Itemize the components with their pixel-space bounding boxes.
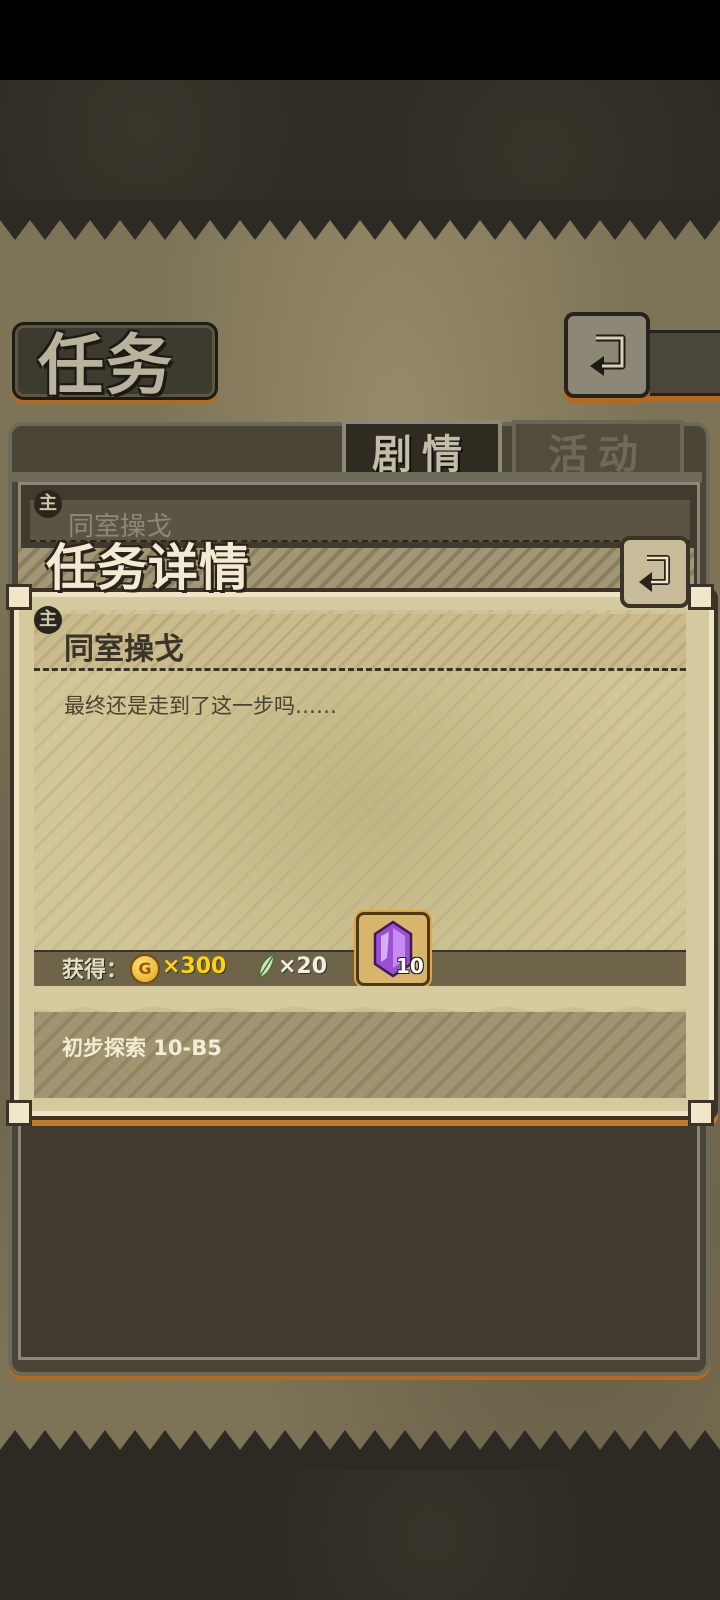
gem-reward-count: 10: [396, 954, 424, 978]
frame-corner: [688, 584, 714, 610]
tab-divider: [8, 472, 702, 482]
tab-story[interactable]: 剧情: [342, 420, 502, 478]
map-band-top: [0, 80, 720, 200]
torn-paper-strip: [34, 986, 686, 1014]
zigzag-edge-bottom: [0, 1430, 720, 1470]
feather-reward-amount: ×20: [278, 954, 328, 979]
back-arrow-icon: [590, 334, 626, 376]
requirement-text: 初步探索 10-B5: [62, 1036, 222, 1060]
gold-coin-icon: G: [130, 954, 160, 984]
map-band-bottom: [0, 1470, 720, 1600]
reward-label: 获得：: [62, 958, 129, 983]
modal-title: 任务详情: [46, 539, 250, 597]
frame-corner: [688, 1100, 714, 1126]
status-bar: [0, 0, 720, 80]
back-arrow-icon: [639, 555, 670, 592]
tab-event[interactable]: 活动: [512, 420, 684, 478]
page-title: 任务: [38, 327, 174, 404]
zigzag-edge-top: [0, 200, 720, 240]
key-icon: 主: [34, 606, 62, 634]
frame-corner: [6, 584, 32, 610]
frame-corner: [6, 1100, 32, 1126]
modal-close-button[interactable]: [620, 536, 690, 608]
feather-icon: [256, 952, 275, 982]
back-button[interactable]: [564, 312, 650, 398]
key-icon: 主: [34, 490, 62, 518]
coin-reward-amount: ×300: [162, 954, 227, 979]
quest-name: 同室操戈: [64, 632, 184, 667]
quest-description: 最终还是走到了这一步吗……: [64, 694, 337, 718]
